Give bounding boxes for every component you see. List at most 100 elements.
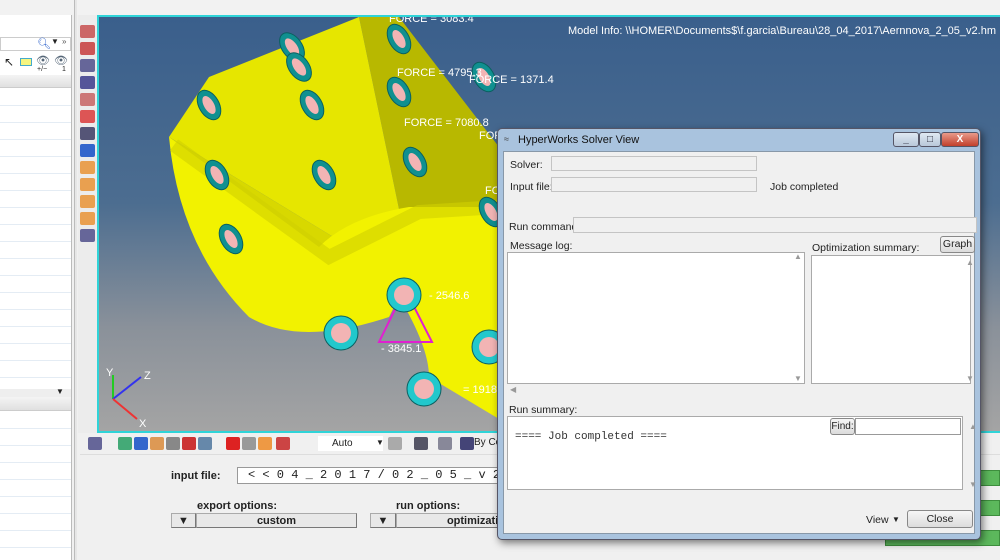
scroll-left-icon[interactable]: ◀ [510, 385, 516, 394]
toolbar-tool-icon[interactable] [166, 437, 180, 450]
vertical-toolbar [78, 15, 98, 433]
expand-icon[interactable]: » [62, 37, 66, 46]
toolbar-tool-icon[interactable] [226, 437, 240, 450]
toolbar-tool-icon[interactable] [80, 42, 95, 55]
toolbar-tool-icon[interactable] [80, 212, 95, 225]
green-action-button[interactable] [980, 470, 1000, 486]
optimization-summary[interactable] [811, 255, 971, 384]
toolbar-tool-icon[interactable] [80, 178, 95, 191]
force-label: FORCE = 1371.4 [469, 74, 554, 86]
toolbar-tool-icon[interactable] [80, 25, 95, 38]
browser-row[interactable] [0, 547, 71, 548]
scroll-up-icon[interactable]: ▲ [794, 252, 802, 261]
toolbar-tool-icon[interactable] [80, 144, 95, 157]
browser-row[interactable] [0, 173, 71, 174]
browser-row[interactable] [0, 156, 71, 157]
browser-row[interactable] [0, 462, 71, 463]
browser-row[interactable] [0, 207, 71, 208]
toolbar-tool-icon[interactable] [80, 127, 95, 140]
browser-row[interactable] [0, 105, 71, 106]
browser-row[interactable] [0, 241, 71, 242]
entity-icon[interactable] [20, 58, 32, 66]
graph-button[interactable]: Graph [940, 236, 975, 253]
close-button[interactable]: Close [907, 510, 973, 528]
browser-row[interactable] [0, 445, 71, 446]
run-command-field[interactable] [573, 217, 977, 233]
browser-row[interactable] [0, 258, 71, 259]
toolbar-tool-icon[interactable] [438, 437, 452, 450]
message-log[interactable] [507, 252, 805, 384]
browser-row[interactable] [0, 530, 71, 531]
browser-row[interactable] [0, 292, 71, 293]
close-window-button[interactable]: X [941, 132, 979, 147]
browser-row[interactable] [0, 343, 71, 344]
scroll-up-icon[interactable]: ▲ [969, 422, 977, 431]
scroll-down-icon[interactable]: ▼ [966, 374, 974, 383]
model-info: Model Info: \\HOMER\Documents$\f.garcia\… [567, 25, 996, 37]
run-options-dropdown[interactable]: ▼ [370, 513, 396, 528]
scroll-down-icon[interactable]: ▼ [794, 374, 802, 383]
browser-row[interactable] [0, 309, 71, 310]
chevron-down-icon[interactable]: ▼ [892, 515, 900, 524]
input-file-field[interactable]: < < 0 4 _ 2 0 1 7 / 0 2 _ 0 5 _ v 2 / A [237, 467, 507, 484]
scroll-up-icon[interactable]: ▲ [966, 258, 974, 267]
green-action-button[interactable] [980, 500, 1000, 516]
run-options-button[interactable]: optimizatio [396, 513, 506, 528]
chevron-down-icon[interactable]: ▼ [51, 37, 59, 46]
toolbar-tool-icon[interactable] [80, 229, 95, 242]
cursor-icon[interactable]: ↖ [4, 55, 14, 69]
toolbar-tool-icon[interactable] [198, 437, 212, 450]
input-file-field[interactable] [551, 177, 757, 192]
browser-row[interactable] [0, 224, 71, 225]
browser-row[interactable] [0, 122, 71, 123]
scroll-down-icon[interactable]: ▼ [969, 480, 977, 489]
toolbar-tool-icon[interactable] [242, 437, 256, 450]
browser-row[interactable] [0, 496, 71, 497]
browser-row[interactable] [0, 190, 71, 191]
toolbar-tool-icon[interactable] [88, 437, 102, 450]
browser-row[interactable] [0, 275, 71, 276]
browser-row[interactable] [0, 513, 71, 514]
toolbar-tool-icon[interactable] [182, 437, 196, 450]
browser-row[interactable] [0, 377, 71, 378]
view-menu[interactable]: View [866, 514, 889, 526]
toolbar-tool-icon[interactable] [80, 93, 95, 106]
find-input[interactable] [855, 418, 961, 435]
panel-splitter[interactable] [74, 0, 77, 560]
input-file-label: Input file: [510, 181, 553, 193]
toolbar-tool-icon[interactable] [258, 437, 272, 450]
force-label: = 1918 [463, 384, 497, 396]
bolt-hole [323, 315, 359, 351]
browser-row[interactable] [0, 428, 71, 429]
minimize-button[interactable]: _ [893, 132, 919, 147]
toolbar-tool-icon[interactable] [80, 110, 95, 123]
input-file-label: input file: [171, 470, 221, 482]
browser-row[interactable] [0, 479, 71, 480]
toolbar-tool-icon[interactable] [118, 437, 132, 450]
toolbar-tool-icon[interactable] [150, 437, 164, 450]
toolbar-tool-icon[interactable] [80, 195, 95, 208]
browser-row[interactable] [0, 360, 71, 361]
display-mode-select[interactable]: Auto [318, 436, 383, 451]
solver-label: Solver: [510, 159, 543, 171]
browser-search-input[interactable] [0, 37, 71, 51]
export-options-button[interactable]: custom [196, 513, 357, 528]
toolbar-tool-icon[interactable] [80, 59, 95, 72]
toolbar-tool-icon[interactable] [276, 437, 290, 450]
chevron-down-icon[interactable]: ▼ [56, 387, 64, 396]
solver-field[interactable] [551, 156, 757, 171]
chevron-down-icon[interactable]: ▼ [376, 438, 384, 447]
search-icon[interactable]: 🔍︎ [37, 37, 51, 50]
axis-z-label: Z [144, 370, 151, 382]
toolbar-tool-icon[interactable] [134, 437, 148, 450]
browser-row[interactable] [0, 139, 71, 140]
toolbar-tool-icon[interactable] [414, 437, 428, 450]
export-options-dropdown[interactable]: ▼ [171, 513, 196, 528]
browser-row[interactable] [0, 326, 71, 327]
toolbar-tool-icon[interactable] [80, 76, 95, 89]
toolbar-tool-icon[interactable] [460, 437, 474, 450]
find-button[interactable]: Find: [830, 418, 855, 435]
maximize-button[interactable]: □ [919, 132, 941, 147]
toolbar-tool-icon[interactable] [80, 161, 95, 174]
toolbar-tool-icon[interactable] [388, 437, 402, 450]
